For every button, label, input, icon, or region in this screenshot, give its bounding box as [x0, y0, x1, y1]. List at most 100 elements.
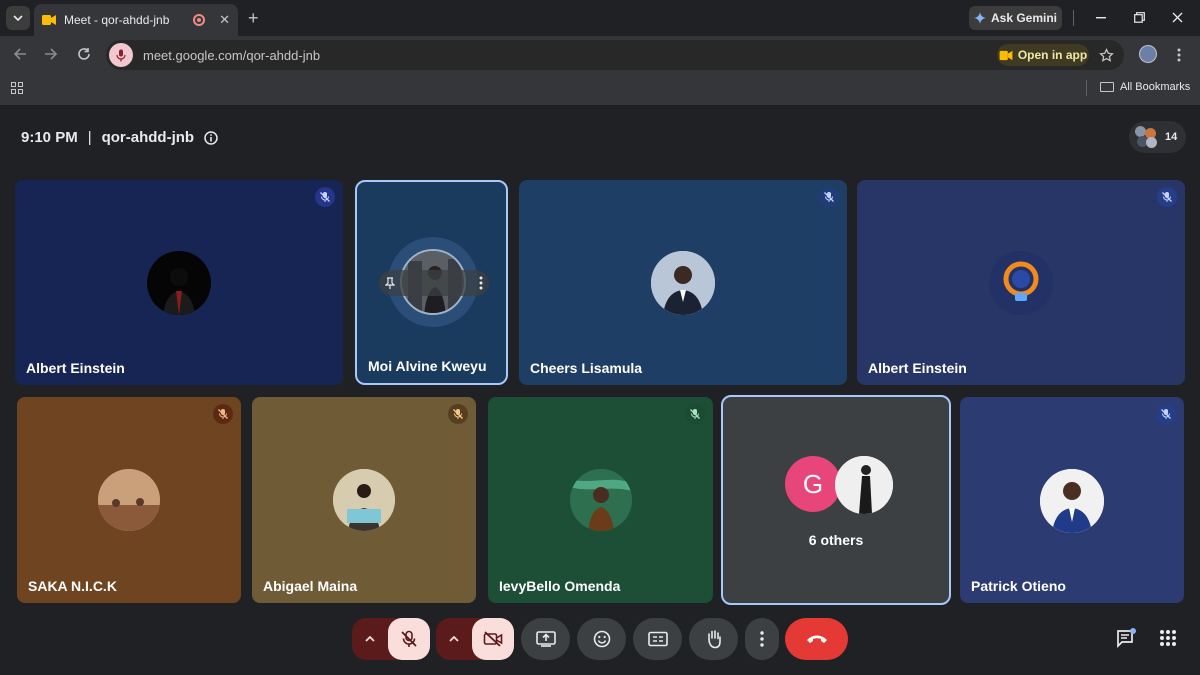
participant-avatars-icon — [1135, 126, 1157, 148]
tab-search-button[interactable] — [6, 6, 30, 30]
participant-name: Patrick Otieno — [971, 578, 1066, 594]
microphone-icon — [116, 49, 126, 61]
captions-icon — [647, 631, 668, 647]
more-options-button[interactable] — [745, 618, 779, 660]
participant-name: Abigael Maina — [263, 578, 358, 594]
address-bar[interactable]: meet.google.com/qor-ahdd-jnb Open in app — [106, 40, 1124, 70]
participant-tile[interactable]: Albert Einstein — [857, 180, 1185, 385]
tab-close-icon[interactable]: ✕ — [219, 12, 230, 28]
site-mic-indicator[interactable] — [109, 43, 133, 67]
mic-off-icon — [320, 192, 330, 202]
lightbulb-logo-icon — [989, 251, 1053, 315]
suit-figure-icon — [163, 268, 195, 315]
chevron-up-icon — [449, 636, 459, 642]
participant-tile[interactable]: IevyBello Omenda — [488, 397, 713, 603]
raise-hand-button[interactable] — [689, 618, 738, 660]
browser-tab-bar: Meet - qor-ahdd-jnb ✕ + Ask Gemini — [0, 0, 1200, 36]
minimize-icon[interactable] — [1096, 17, 1106, 19]
participant-count: 14 — [1165, 131, 1178, 143]
muted-indicator — [819, 187, 839, 207]
leave-call-button[interactable] — [785, 618, 848, 660]
meeting-code: qor-ahdd-jnb — [101, 129, 195, 146]
activities-button[interactable] — [1160, 630, 1176, 646]
restore-icon[interactable] — [1134, 12, 1145, 23]
url-text[interactable]: meet.google.com/qor-ahdd-jnb — [143, 48, 997, 63]
participant-tile[interactable]: SAKA N.I.C.K — [17, 397, 241, 603]
ask-gemini-button[interactable]: Ask Gemini — [969, 6, 1062, 30]
emoji-icon — [593, 630, 610, 648]
mic-off-icon — [1162, 192, 1172, 202]
muted-indicator — [448, 404, 468, 424]
hand-icon — [707, 630, 721, 649]
apps-grid-icon[interactable] — [11, 82, 23, 94]
reload-icon[interactable] — [77, 47, 91, 61]
avatar-letter: G — [785, 456, 841, 512]
participant-tile-active-speaker[interactable]: Moi Alvine Kweyu — [355, 180, 508, 385]
participant-name: Cheers Lisamula — [530, 360, 643, 376]
chat-button[interactable] — [1115, 627, 1137, 649]
participant-name: SAKA N.I.C.K — [28, 578, 117, 594]
profile-avatar[interactable] — [1139, 45, 1157, 63]
person-photo-icon — [651, 251, 715, 315]
tile-hover-controls — [379, 270, 489, 296]
divider — [1073, 10, 1074, 26]
others-tile[interactable]: G 6 others — [721, 395, 951, 605]
group-photo-icon — [98, 469, 160, 531]
participant-name: Moi Alvine Kweyu — [368, 358, 487, 374]
chevron-down-icon — [13, 15, 23, 21]
participant-tile[interactable]: Albert Einstein — [15, 180, 343, 385]
forward-icon[interactable] — [44, 47, 58, 61]
back-icon[interactable] — [13, 47, 27, 61]
chevron-up-icon — [365, 636, 375, 642]
browser-menu-icon[interactable] — [1177, 48, 1181, 62]
camera-off-icon — [483, 631, 503, 647]
mic-control-group — [352, 618, 430, 660]
info-icon[interactable] — [204, 130, 218, 145]
participant-name: Albert Einstein — [868, 360, 967, 376]
end-call-icon — [806, 635, 827, 643]
muted-indicator — [315, 187, 335, 207]
bookmark-star-icon[interactable] — [1099, 47, 1114, 63]
avatar — [989, 251, 1053, 315]
divider: | — [87, 129, 92, 146]
open-in-app-button[interactable]: Open in app — [997, 44, 1089, 66]
folder-icon — [1100, 82, 1114, 92]
mic-options-button[interactable] — [352, 618, 388, 660]
participant-tile[interactable]: Cheers Lisamula — [519, 180, 847, 385]
tab-title: Meet - qor-ahdd-jnb — [64, 13, 170, 27]
muted-indicator — [213, 404, 233, 424]
muted-indicator — [1156, 404, 1176, 424]
others-count-label: 6 others — [808, 532, 864, 548]
participant-tile[interactable]: Abigael Maina — [252, 397, 476, 603]
participant-tile[interactable]: Patrick Otieno — [960, 397, 1184, 603]
toggle-mic-button[interactable] — [388, 618, 430, 660]
meet-page: 9:10 PM | qor-ahdd-jnb 14 Albert Einstei… — [0, 105, 1200, 675]
reactions-button[interactable] — [577, 618, 626, 660]
present-icon — [535, 631, 556, 647]
ask-gemini-label: Ask Gemini — [990, 11, 1058, 25]
captions-button[interactable] — [633, 618, 682, 660]
participant-name: Albert Einstein — [26, 360, 125, 376]
recording-indicator-icon — [193, 14, 206, 26]
close-window-icon[interactable] — [1172, 12, 1183, 23]
meeting-info: 9:10 PM | qor-ahdd-jnb — [21, 129, 218, 146]
pin-icon[interactable] — [385, 277, 395, 289]
present-screen-button[interactable] — [521, 618, 570, 660]
toggle-camera-button[interactable] — [472, 618, 514, 660]
mic-off-icon — [1161, 409, 1171, 419]
camera-control-group — [436, 618, 514, 660]
person-photo-icon — [333, 469, 395, 531]
gemini-spark-icon — [973, 12, 986, 24]
camera-options-button[interactable] — [436, 618, 472, 660]
participants-button[interactable]: 14 — [1129, 121, 1186, 153]
tile-more-icon[interactable] — [479, 276, 483, 290]
avatar — [98, 469, 160, 531]
browser-tab-meet[interactable]: Meet - qor-ahdd-jnb ✕ — [34, 4, 238, 36]
new-tab-button[interactable]: + — [248, 8, 259, 29]
mic-off-icon — [690, 409, 700, 419]
all-bookmarks-button[interactable]: All Bookmarks — [1100, 81, 1190, 93]
chat-icon — [1117, 628, 1136, 649]
participant-name: IevyBello Omenda — [499, 578, 621, 594]
more-icon — [760, 631, 764, 647]
avatar — [651, 251, 715, 315]
